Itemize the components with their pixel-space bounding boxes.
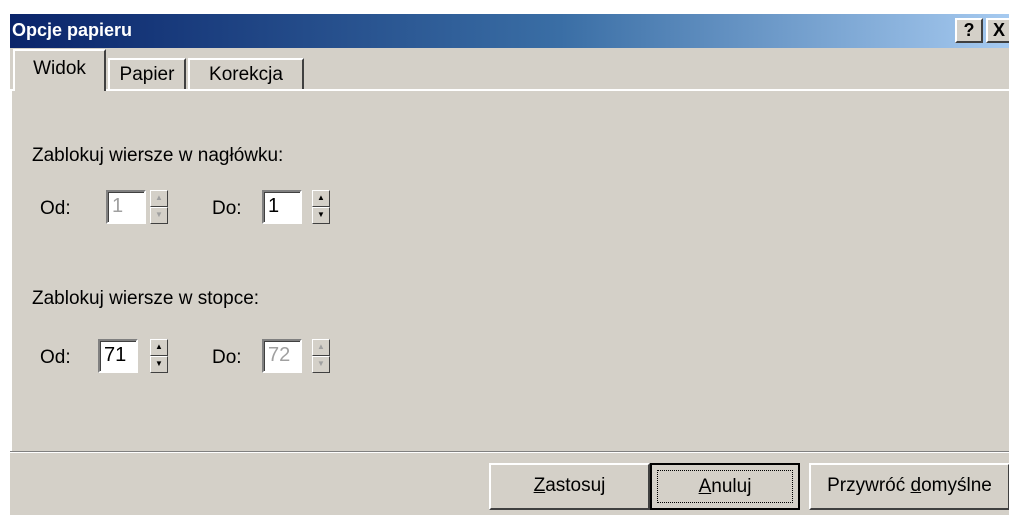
footer-to-spinner: ▲ ▼ bbox=[312, 339, 330, 373]
window-title: Opcje papieru bbox=[12, 20, 133, 40]
cancel-mnemonic: A bbox=[698, 476, 712, 497]
header-from-field[interactable]: 1 bbox=[106, 190, 146, 224]
tab-widok[interactable]: Widok bbox=[13, 49, 106, 91]
tab-panel-widok: Zablokuj wiersze w nagłówku: Od: 1 ▲ ▼ D… bbox=[10, 89, 1009, 452]
footer-from-field[interactable]: 71 bbox=[98, 339, 138, 373]
header-section-title: Zablokuj wiersze w nagłówku: bbox=[32, 145, 284, 166]
spin-up-button[interactable]: ▲ bbox=[312, 339, 330, 356]
spin-down-button[interactable]: ▼ bbox=[312, 207, 330, 224]
footer-from-spinner: ▲ ▼ bbox=[150, 339, 168, 373]
divider bbox=[10, 451, 1009, 453]
footer-to-label: Do: bbox=[212, 347, 242, 368]
up-arrow-icon: ▲ bbox=[317, 342, 325, 351]
restore-defaults-button[interactable]: Przywróć domyślne bbox=[809, 463, 1009, 510]
footer-from-label: Od: bbox=[40, 347, 71, 368]
focus-rect: Anuluj bbox=[657, 470, 793, 503]
up-arrow-icon: ▲ bbox=[155, 193, 163, 202]
restore-label: omyślne bbox=[921, 475, 992, 496]
tab-papier[interactable]: Papier bbox=[108, 58, 186, 90]
help-icon: ? bbox=[963, 20, 975, 40]
spin-down-button[interactable]: ▼ bbox=[150, 356, 168, 373]
cancel-label: nuluj bbox=[711, 476, 752, 497]
tab-korekcja[interactable]: Korekcja bbox=[188, 58, 304, 90]
spin-up-button[interactable]: ▲ bbox=[312, 190, 330, 207]
help-button[interactable]: ? bbox=[955, 18, 983, 43]
up-arrow-icon: ▲ bbox=[317, 193, 325, 202]
tab-label: Widok bbox=[33, 58, 86, 79]
tab-label: Korekcja bbox=[209, 64, 283, 85]
down-arrow-icon: ▼ bbox=[155, 210, 163, 219]
tab-label: Papier bbox=[119, 64, 175, 85]
close-button[interactable]: X bbox=[986, 18, 1009, 43]
header-to-spinner: ▲ ▼ bbox=[312, 190, 330, 224]
restore-prefix: Przywróć bbox=[827, 475, 911, 496]
apply-mnemonic: Z bbox=[533, 475, 546, 496]
close-icon: X bbox=[992, 20, 1005, 40]
footer-to-field[interactable]: 72 bbox=[262, 339, 302, 373]
apply-label: astosuj bbox=[545, 475, 606, 496]
header-from-spinner: ▲ ▼ bbox=[150, 190, 168, 224]
down-arrow-icon: ▼ bbox=[317, 359, 325, 368]
header-from-label: Od: bbox=[40, 198, 71, 219]
title-bar[interactable]: Opcje papieru ? X bbox=[10, 14, 1009, 48]
apply-button[interactable]: Zastosuj bbox=[489, 463, 650, 510]
spin-up-button[interactable]: ▲ bbox=[150, 190, 168, 207]
spin-down-button[interactable]: ▼ bbox=[312, 356, 330, 373]
down-arrow-icon: ▼ bbox=[155, 359, 163, 368]
footer-section-title: Zablokuj wiersze w stopce: bbox=[32, 288, 260, 309]
header-to-label: Do: bbox=[212, 198, 242, 219]
cancel-button[interactable]: Anuluj bbox=[650, 463, 800, 510]
spin-down-button[interactable]: ▼ bbox=[150, 207, 168, 224]
restore-mnemonic: d bbox=[910, 475, 922, 496]
spin-up-button[interactable]: ▲ bbox=[150, 339, 168, 356]
header-to-field[interactable]: 1 bbox=[262, 190, 302, 224]
up-arrow-icon: ▲ bbox=[155, 342, 163, 351]
down-arrow-icon: ▼ bbox=[317, 210, 325, 219]
paper-options-dialog: Opcje papieru ? X Widok Papier Korekcja … bbox=[10, 14, 1009, 515]
